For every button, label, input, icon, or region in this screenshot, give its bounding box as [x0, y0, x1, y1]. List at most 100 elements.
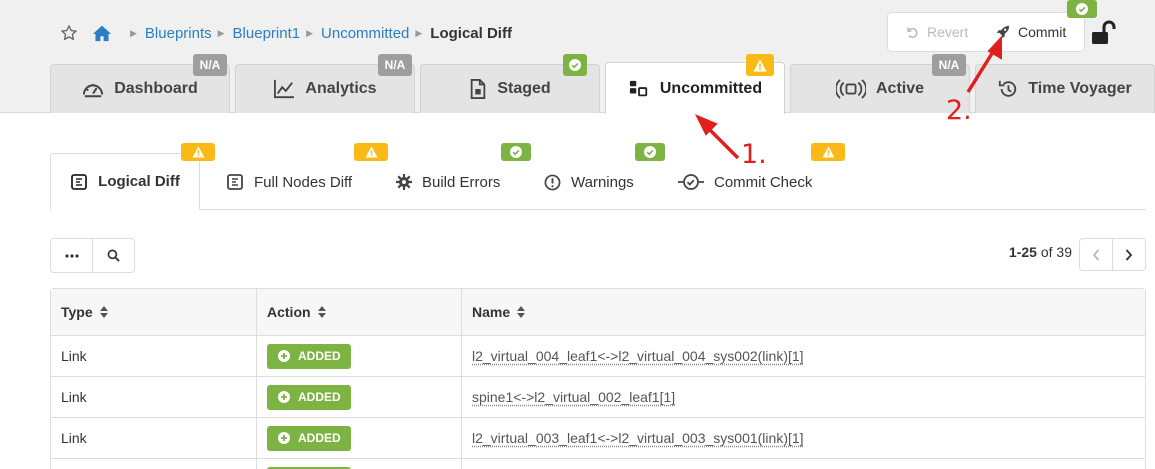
breadcrumb-separator: ▶ — [217, 27, 225, 38]
plus-circle-icon — [278, 432, 290, 444]
breadcrumb: ▶ Blueprints ▶ Blueprint1 ▶ Uncommitted … — [60, 22, 512, 44]
added-badge: ADDED — [267, 425, 351, 451]
column-header-action-label: Action — [267, 304, 311, 320]
table-row: Link ADDED l2_virtual_004_leaf1<->l2_vir… — [51, 336, 1145, 377]
logical-diff-warning-badge — [181, 143, 215, 161]
added-label: ADDED — [298, 390, 341, 404]
name-cell: l2_virtual_003_leaf1<->l2_virtual_003_sy… — [462, 418, 1145, 458]
commit-check-icon — [678, 174, 704, 190]
check-circle-icon — [644, 146, 656, 158]
breadcrumb-blueprints[interactable]: Blueprints — [145, 25, 212, 42]
warning-icon — [192, 146, 204, 158]
revert-button[interactable]: Revert — [888, 13, 984, 51]
type-cell: Link — [51, 336, 257, 376]
check-circle-icon — [569, 59, 581, 71]
analytics-badge: N/A — [378, 54, 412, 76]
next-page-button[interactable] — [1112, 239, 1145, 270]
pagination-of: of — [1040, 244, 1053, 260]
subtabs-divider — [50, 209, 1146, 210]
name-cell: spine1<->l2_virtual_002_leaf1[1] — [462, 377, 1145, 417]
chevron-right-icon — [1125, 248, 1133, 261]
full-nodes-diff-warning-badge — [354, 143, 388, 161]
commit-button[interactable]: Commit — [984, 13, 1066, 51]
type-cell: Link — [51, 418, 257, 458]
active-icon — [835, 79, 866, 99]
build-errors-ok-badge — [501, 143, 531, 161]
staged-icon — [471, 79, 486, 99]
subtab-warnings[interactable]: Warnings — [544, 160, 634, 204]
pagination-summary: 1-25 of 39 — [990, 244, 1072, 260]
added-label: ADDED — [298, 349, 341, 363]
more-options-button[interactable] — [51, 239, 92, 272]
diff-table: Type Action Name Link ADDED l2_virtual_0… — [50, 288, 1146, 469]
entity-link[interactable]: spine1<->l2_virtual_002_leaf1[1] — [472, 389, 675, 405]
type-cell — [51, 459, 257, 469]
tab-dashboard-label: Dashboard — [114, 80, 198, 97]
unlock-icon[interactable] — [1090, 20, 1118, 46]
tab-staged-label: Staged — [497, 80, 551, 97]
annotation-step-1: 1. — [741, 139, 767, 170]
check-circle-icon — [1076, 3, 1088, 15]
subtab-build-errors-label: Build Errors — [422, 173, 501, 191]
active-badge: N/A — [932, 54, 966, 76]
table-header: Type Action Name — [51, 289, 1145, 336]
revert-label: Revert — [927, 24, 969, 40]
subtab-full-nodes-diff[interactable]: Full Nodes Diff — [226, 160, 352, 204]
table-row-partial — [51, 459, 1145, 469]
warnings-ok-badge — [635, 143, 665, 161]
entity-link[interactable]: l2_virtual_003_leaf1<->l2_virtual_003_sy… — [472, 430, 804, 446]
commit-check-warning-badge — [811, 143, 845, 161]
breadcrumb-separator: ▶ — [306, 27, 314, 38]
gear-icon — [396, 174, 412, 190]
analytics-icon — [274, 79, 295, 99]
table-row: Link ADDED l2_virtual_003_leaf1<->l2_vir… — [51, 418, 1145, 459]
home-icon[interactable] — [92, 24, 112, 42]
uncommitted-warning-badge — [746, 54, 774, 76]
tab-time-voyager[interactable]: Time Voyager — [975, 64, 1155, 113]
added-badge: ADDED — [267, 343, 351, 369]
prev-page-button[interactable] — [1080, 239, 1112, 270]
dashboard-badge: N/A — [193, 54, 227, 76]
subtab-warnings-label: Warnings — [571, 173, 634, 191]
undo-icon — [907, 27, 918, 39]
annotation-step-2: 2. — [946, 95, 972, 126]
subtab-full-nodes-diff-label: Full Nodes Diff — [254, 173, 353, 191]
sort-icon — [99, 306, 108, 318]
table-toolbar — [50, 238, 135, 273]
breadcrumb-blueprint1[interactable]: Blueprint1 — [233, 25, 301, 42]
type-cell: Link — [51, 377, 257, 417]
breadcrumb-uncommitted[interactable]: Uncommitted — [321, 25, 409, 42]
subtab-logical-diff[interactable]: Logical Diff — [50, 153, 200, 210]
check-circle-icon — [510, 146, 522, 158]
sort-icon — [517, 306, 526, 318]
pagination-total: 39 — [1056, 244, 1072, 260]
ellipsis-icon — [64, 253, 79, 258]
search-button[interactable] — [92, 239, 134, 272]
dashboard-icon — [83, 83, 104, 98]
warning-icon — [822, 146, 834, 158]
entity-link[interactable]: l2_virtual_004_leaf1<->l2_virtual_004_sy… — [472, 348, 804, 364]
added-badge: ADDED — [267, 384, 351, 410]
subtab-logical-diff-label: Logical Diff — [98, 173, 180, 190]
column-header-action[interactable]: Action — [257, 289, 462, 335]
exclamation-circle-icon — [544, 174, 561, 190]
plus-circle-icon — [278, 350, 290, 362]
pagination-controls — [1079, 238, 1146, 271]
subtab-build-errors[interactable]: Build Errors — [396, 160, 500, 204]
name-cell: l2_virtual_004_leaf1<->l2_virtual_004_sy… — [462, 336, 1145, 376]
diff-icon — [227, 174, 243, 190]
action-cell: ADDED — [257, 377, 462, 417]
breadcrumb-separator: ▶ — [415, 27, 423, 38]
commit-action-group: Revert Commit — [887, 12, 1085, 52]
star-icon[interactable] — [60, 24, 78, 42]
table-row: Link ADDED spine1<->l2_virtual_002_leaf1… — [51, 377, 1145, 418]
commit-status-badge — [1067, 0, 1097, 18]
column-header-name[interactable]: Name — [462, 289, 1145, 335]
annotation-arrow-1 — [694, 114, 740, 160]
pagination-range: 1-25 — [1008, 244, 1037, 260]
diff-icon — [71, 173, 88, 190]
name-cell — [462, 459, 1145, 469]
column-header-type[interactable]: Type — [51, 289, 257, 335]
uncommitted-icon — [629, 80, 648, 96]
subtab-commit-check-label: Commit Check — [714, 173, 813, 191]
